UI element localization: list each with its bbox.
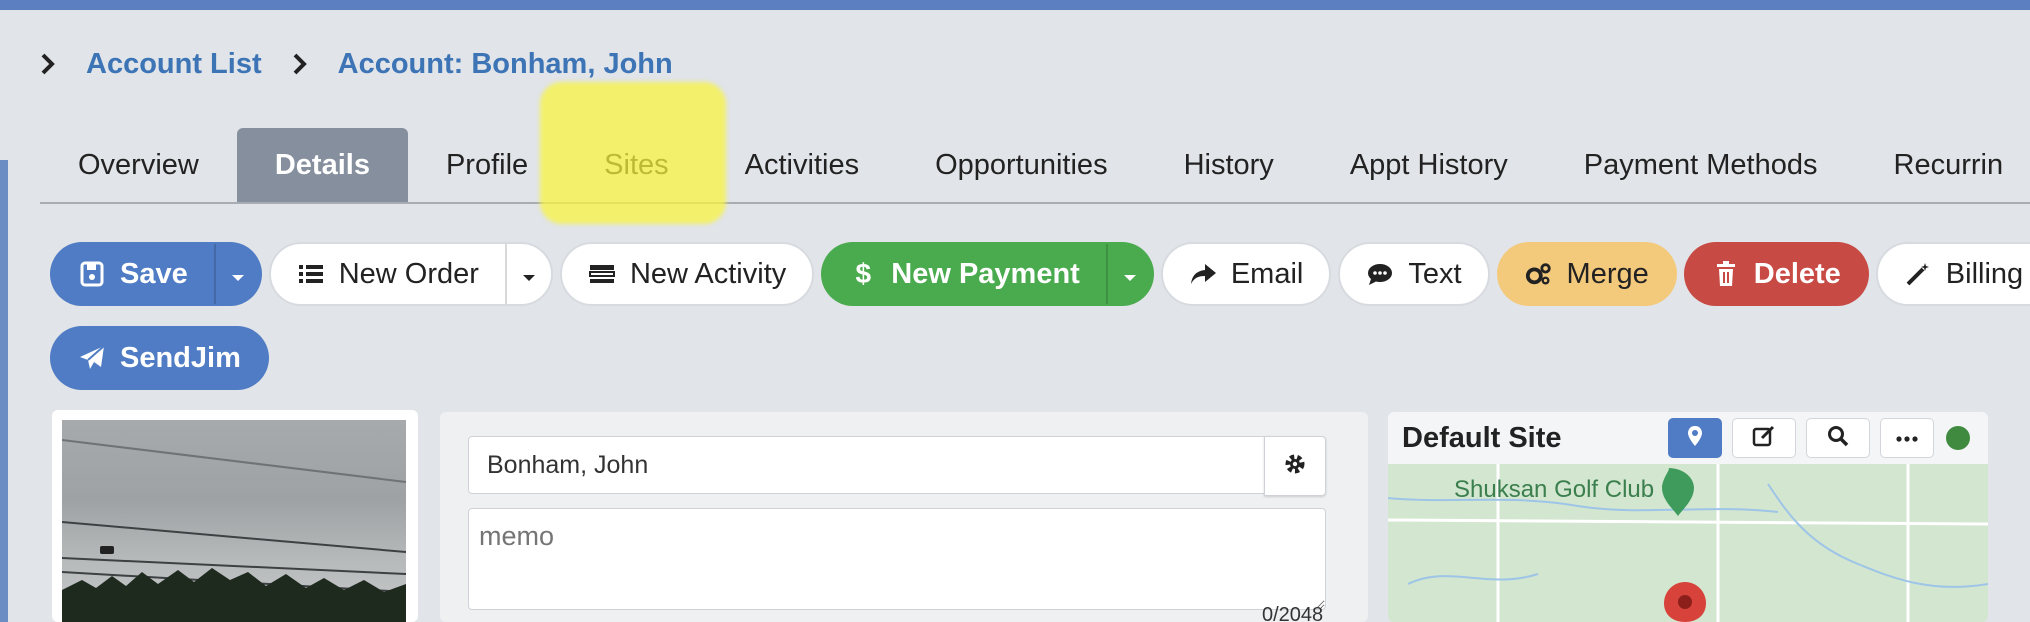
caret-down-icon bbox=[230, 258, 246, 291]
account-tabs: Overview Details Profile Sites Activitie… bbox=[40, 128, 2030, 204]
activity-icon bbox=[588, 260, 616, 288]
site-map[interactable]: Shuksan Golf Club bbox=[1388, 464, 1988, 622]
breadcrumb-account-list[interactable]: Account List bbox=[86, 48, 262, 81]
tab-sites[interactable]: Sites bbox=[566, 128, 706, 202]
delete-content: Delete bbox=[1686, 244, 1867, 304]
trash-icon bbox=[1712, 260, 1740, 288]
site-more-button[interactable] bbox=[1880, 418, 1934, 458]
new-activity-label: New Activity bbox=[629, 257, 787, 290]
site-panel-title: Default Site bbox=[1402, 422, 1562, 454]
new-order-button[interactable]: New Order bbox=[271, 244, 505, 304]
text-button[interactable]: Text bbox=[1338, 242, 1490, 306]
comment-icon bbox=[1366, 260, 1394, 288]
account-name-field[interactable] bbox=[468, 436, 1265, 494]
cogs-icon bbox=[1525, 260, 1553, 288]
merge-label: Merge bbox=[1566, 257, 1649, 290]
share-icon bbox=[1189, 260, 1217, 288]
tab-appt-history[interactable]: Appt History bbox=[1312, 128, 1546, 202]
ellipsis-icon bbox=[1896, 429, 1918, 447]
billing-button[interactable]: Billing S bbox=[1875, 242, 2030, 306]
tab-opportunities[interactable]: Opportunities bbox=[897, 128, 1146, 202]
delete-label: Delete bbox=[1753, 257, 1841, 290]
site-search-button[interactable] bbox=[1806, 418, 1870, 458]
save-dropdown-toggle[interactable] bbox=[213, 244, 260, 304]
save-button[interactable]: Save bbox=[52, 244, 214, 304]
new-order-button-group: New Order bbox=[268, 242, 553, 306]
billing-label: Billing S bbox=[1945, 257, 2030, 290]
tab-activities[interactable]: Activities bbox=[707, 128, 897, 202]
tab-details[interactable]: Details bbox=[236, 128, 408, 202]
text-label: Text bbox=[1408, 257, 1462, 290]
chevron-right-icon bbox=[36, 52, 60, 76]
caret-down-icon bbox=[1122, 258, 1138, 291]
window-left-edge bbox=[0, 160, 8, 622]
dollar-icon: $ bbox=[855, 258, 872, 289]
name-settings-button[interactable] bbox=[1264, 436, 1326, 496]
new-payment-dropdown-toggle[interactable] bbox=[1105, 244, 1152, 304]
new-payment-label: New Payment bbox=[891, 257, 1080, 290]
new-activity-content: New Activity bbox=[562, 244, 812, 304]
account-photo[interactable] bbox=[62, 420, 406, 622]
account-form-panel: 0/2048 bbox=[440, 412, 1368, 622]
map-place-label: Shuksan Golf Club bbox=[1454, 476, 1655, 503]
edit-icon bbox=[1752, 425, 1776, 452]
site-edit-button[interactable] bbox=[1732, 418, 1796, 458]
caret-down-icon bbox=[521, 258, 537, 291]
email-label: Email bbox=[1230, 257, 1304, 290]
default-site-panel: Default Site Shuksan Golf Club bbox=[1388, 412, 1988, 622]
account-photo-card bbox=[52, 410, 418, 622]
site-map-pin-button[interactable] bbox=[1668, 418, 1722, 458]
email-button[interactable]: Email bbox=[1160, 242, 1332, 306]
email-content: Email bbox=[1163, 244, 1330, 304]
new-activity-button[interactable]: New Activity bbox=[559, 242, 815, 306]
merge-content: Merge bbox=[1499, 244, 1675, 304]
breadcrumb: Account List Account: Bonham, John bbox=[36, 44, 699, 84]
sendjim-content: SendJim bbox=[52, 328, 267, 388]
save-label: Save bbox=[120, 257, 188, 290]
new-payment-button[interactable]: $ New Payment bbox=[823, 244, 1106, 304]
sendjim-label: SendJim bbox=[120, 341, 241, 374]
merge-button[interactable]: Merge bbox=[1496, 242, 1677, 306]
delete-button[interactable]: Delete bbox=[1683, 242, 1869, 306]
tab-payment-methods[interactable]: Payment Methods bbox=[1546, 128, 1856, 202]
search-icon bbox=[1827, 425, 1849, 452]
tab-overview[interactable]: Overview bbox=[40, 128, 237, 202]
new-order-label: New Order bbox=[338, 257, 479, 290]
paper-plane-icon bbox=[78, 344, 106, 372]
save-icon bbox=[78, 260, 106, 288]
tab-profile[interactable]: Profile bbox=[408, 128, 566, 202]
magic-icon bbox=[1904, 260, 1932, 288]
map-pin-icon bbox=[1687, 425, 1703, 452]
tab-recurring[interactable]: Recurrin bbox=[1856, 128, 2030, 202]
list-icon bbox=[297, 260, 325, 288]
new-order-dropdown-toggle[interactable] bbox=[504, 244, 551, 304]
action-toolbar: Save New Order New Activity $ New Paymen… bbox=[50, 242, 2030, 306]
memo-char-counter: 0/2048 bbox=[1262, 604, 1324, 622]
site-status-dot bbox=[1946, 426, 1970, 450]
save-button-group: Save bbox=[50, 242, 262, 306]
gear-icon bbox=[1283, 452, 1307, 481]
tab-history[interactable]: History bbox=[1146, 128, 1312, 202]
breadcrumb-current-account[interactable]: Account: Bonham, John bbox=[338, 48, 673, 81]
memo-textarea[interactable] bbox=[468, 508, 1326, 610]
text-content: Text bbox=[1340, 244, 1487, 304]
billing-content: Billing S bbox=[1878, 244, 2030, 304]
sendjim-button[interactable]: SendJim bbox=[50, 326, 269, 390]
new-payment-button-group: $ New Payment bbox=[821, 242, 1154, 306]
window-top-bar bbox=[0, 0, 2030, 10]
chevron-right-icon bbox=[288, 52, 312, 76]
